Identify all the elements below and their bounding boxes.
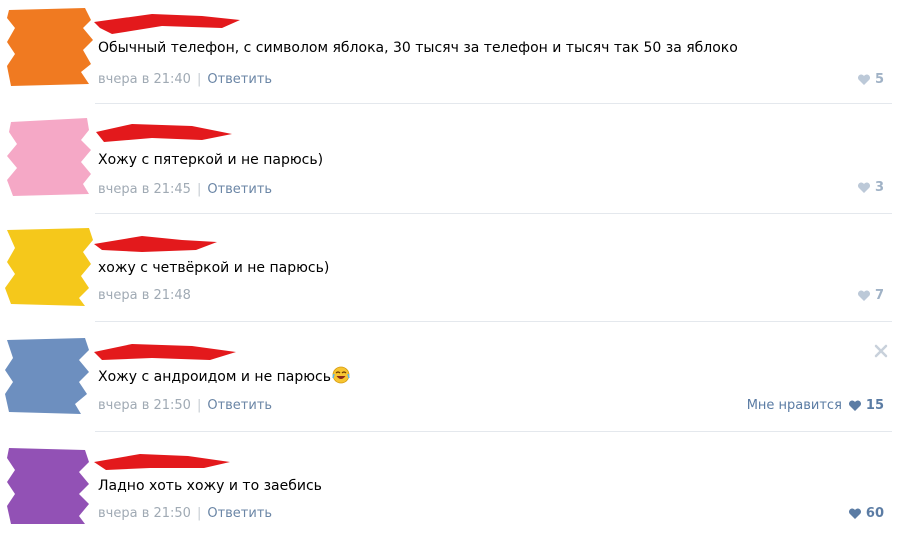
avatar[interactable] <box>5 332 93 414</box>
comment-text: Обычный телефон, с символом яблока, 30 т… <box>98 40 738 56</box>
comment-text-content: Хожу с андроидом и не парюсь <box>98 369 331 385</box>
like-count: 3 <box>874 180 884 195</box>
comment-item: хожу с четвёркой и не парюсь) вчера в 21… <box>0 218 900 326</box>
comment-meta: вчера в 21:50 | Ответить <box>98 506 272 521</box>
comment-item: Ладно хоть хожу и то заебись вчера в 21:… <box>0 436 900 544</box>
redacted-author-name <box>96 124 232 142</box>
like-button[interactable]: 7 <box>857 288 884 303</box>
redacted-author-name <box>94 14 240 34</box>
reply-link[interactable]: Ответить <box>207 506 272 521</box>
like-count: 15 <box>865 398 884 413</box>
divider <box>95 213 892 214</box>
comment-meta: вчера в 21:48 <box>98 288 191 303</box>
reply-link[interactable]: Ответить <box>207 72 272 87</box>
reply-link[interactable]: Ответить <box>207 398 272 413</box>
comment-time[interactable]: вчера в 21:50 <box>98 506 191 521</box>
redacted-author-name <box>94 344 236 360</box>
comment-meta: вчера в 21:40 | Ответить <box>98 72 272 87</box>
comment-text: хожу с четвёркой и не парюсь) <box>98 260 330 276</box>
comment-time[interactable]: вчера в 21:50 <box>98 398 191 413</box>
like-button[interactable]: 3 <box>857 180 884 195</box>
comment-time[interactable]: вчера в 21:48 <box>98 288 191 303</box>
like-count: 5 <box>874 72 884 87</box>
comment-item: Хожу с пятеркой и не парюсь) вчера в 21:… <box>0 108 900 216</box>
like-count: 7 <box>874 288 884 303</box>
heart-icon <box>857 73 870 85</box>
redacted-author-name <box>94 236 217 252</box>
comment-item: Хожу с андроидом и не парюсь вчера в 21:… <box>0 326 900 434</box>
like-button[interactable]: 5 <box>857 72 884 87</box>
comment-time[interactable]: вчера в 21:40 <box>98 72 191 87</box>
meta-separator: | <box>196 398 202 413</box>
redacted-author-name <box>94 454 230 470</box>
meta-separator: | <box>196 182 202 197</box>
meta-separator: | <box>196 72 202 87</box>
reply-link[interactable]: Ответить <box>207 182 272 197</box>
comment-time[interactable]: вчера в 21:45 <box>98 182 191 197</box>
divider <box>95 431 892 432</box>
avatar[interactable] <box>5 114 93 196</box>
laughing-emoji-icon <box>332 366 350 384</box>
comment-meta: вчера в 21:45 | Ответить <box>98 182 272 197</box>
like-button[interactable]: Мне нравится 15 <box>747 398 884 413</box>
heart-icon <box>857 181 870 193</box>
avatar[interactable] <box>5 6 93 88</box>
avatar[interactable] <box>5 224 93 306</box>
comment-text: Хожу с пятеркой и не парюсь) <box>98 152 324 168</box>
comment-meta: вчера в 21:50 | Ответить <box>98 398 272 413</box>
heart-icon <box>848 507 861 519</box>
divider <box>95 103 892 104</box>
comment-item: Обычный телефон, с символом яблока, 30 т… <box>0 0 900 108</box>
avatar[interactable] <box>5 442 93 524</box>
close-icon[interactable] <box>874 344 888 358</box>
like-label: Мне нравится <box>746 398 842 413</box>
meta-separator: | <box>196 506 202 521</box>
divider <box>95 321 892 322</box>
comment-text: Ладно хоть хожу и то заебись <box>98 478 322 494</box>
heart-icon <box>848 399 861 411</box>
comment-text: Хожу с андроидом и не парюсь <box>98 366 350 385</box>
heart-icon <box>857 289 870 301</box>
like-count: 60 <box>865 506 884 521</box>
like-button[interactable]: 60 <box>848 506 884 521</box>
